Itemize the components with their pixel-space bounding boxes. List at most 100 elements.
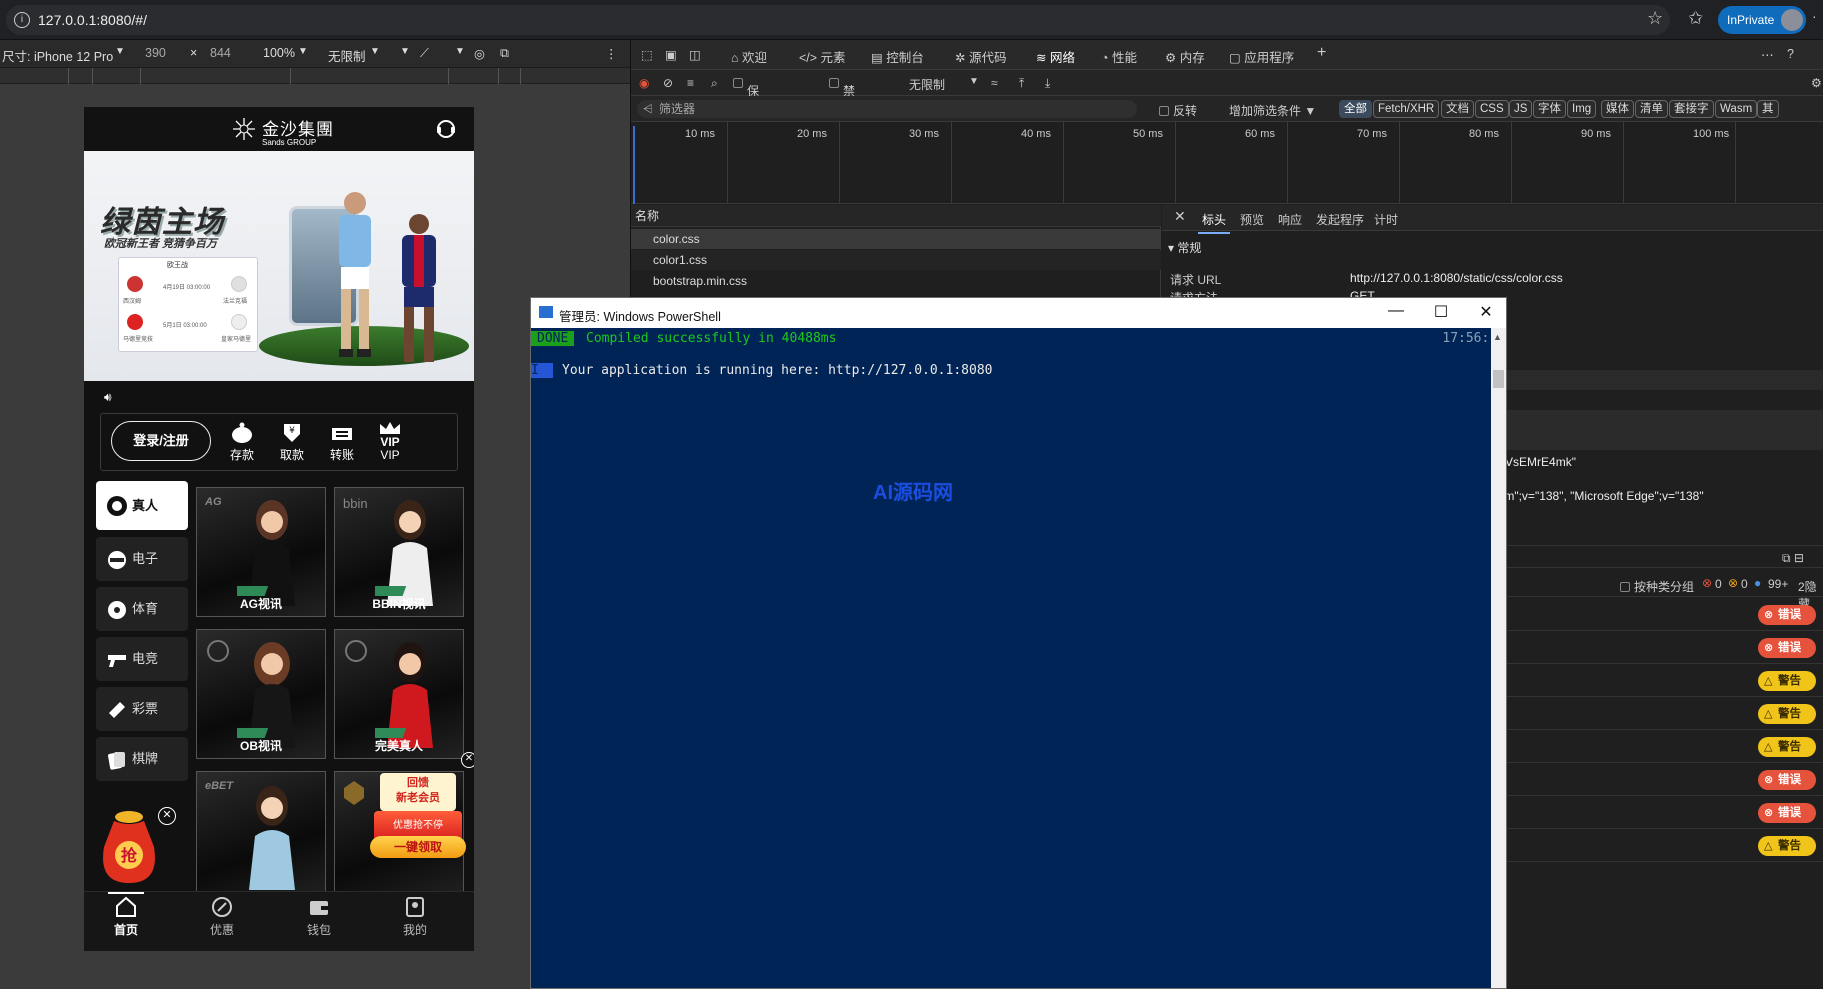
settings-icon[interactable]: ⚙ [1811, 76, 1822, 90]
category-lottery[interactable]: 彩票 [96, 687, 188, 731]
type-filter-doc[interactable]: 文档 [1441, 100, 1474, 118]
tab-mine[interactable]: 我的 [380, 896, 450, 938]
tab-headers[interactable]: 标头 [1197, 211, 1231, 234]
toggle-icon[interactable]: ⧉ ⊟ [1782, 551, 1804, 566]
tab-preview[interactable]: 预览 [1240, 211, 1264, 228]
warning-badge[interactable]: 警告 [1758, 671, 1816, 691]
tab-timing[interactable]: 计时 [1374, 211, 1398, 228]
vip-button[interactable]: VIP VIP [367, 418, 413, 462]
profile-avatar[interactable] [1781, 9, 1803, 31]
tab-home[interactable]: 首页 [91, 892, 161, 938]
search-icon[interactable]: ⌕ [711, 76, 718, 91]
type-filter-wasm[interactable]: Wasm [1715, 100, 1758, 118]
type-filter-other[interactable]: 其 [1757, 100, 1779, 118]
tab-console[interactable]: ▤ 控制台 [871, 47, 924, 66]
deposit-button[interactable]: 存款 [219, 418, 265, 463]
tab-offers[interactable]: 优惠 [187, 896, 257, 938]
general-section[interactable]: ▾ 常规 [1168, 239, 1201, 256]
error-badge[interactable]: 错误 [1758, 638, 1816, 658]
game-tile-perfect[interactable]: 完美真人 [334, 629, 464, 759]
invert-checkbox[interactable]: 反转 [1159, 102, 1197, 119]
type-filter-xhr[interactable]: Fetch/XHR [1373, 100, 1440, 118]
site-info-icon[interactable]: i [14, 12, 30, 28]
scroll-up-icon[interactable]: ▲ [1493, 332, 1502, 342]
category-esports[interactable]: 电竞 [96, 637, 188, 681]
game-tile-ag[interactable]: AG AG视讯 [196, 487, 326, 617]
type-filter-img[interactable]: Img [1567, 100, 1597, 118]
promo-banner[interactable]: 绿茵主场 欧冠新王者 竞猜争百万 欧王战 西汉姆 4月19日 03:00:00 … [84, 151, 474, 381]
red-envelope-icon[interactable]: 抢 [94, 807, 164, 885]
login-register-button[interactable]: 登录/注册 [111, 421, 211, 461]
record-icon[interactable]: ◉ [639, 76, 649, 90]
redbag-close-button[interactable]: ✕ [158, 807, 176, 825]
throttle-select[interactable]: 无限制 [909, 76, 945, 93]
inspect-icon[interactable]: ⬚ [641, 47, 653, 62]
device-select[interactable]: 尺寸: iPhone 12 Pro [2, 46, 113, 65]
more-icon[interactable]: ⋮ [605, 46, 618, 61]
more-icon[interactable]: · [1812, 8, 1817, 24]
type-filter-manifest[interactable]: 清单 [1635, 100, 1668, 118]
scroll-thumb[interactable] [1493, 370, 1504, 388]
error-badge[interactable]: 错误 [1758, 770, 1816, 790]
maximize-button[interactable]: ☐ [1421, 302, 1461, 322]
warning-badge[interactable]: 警告 [1758, 737, 1816, 757]
tab-elements[interactable]: </> 元素 [799, 47, 846, 66]
warning-badge[interactable]: 警告 [1758, 704, 1816, 724]
type-filter-css[interactable]: CSS [1475, 100, 1509, 118]
transfer-button[interactable]: 转账 [319, 418, 365, 463]
powershell-titlebar[interactable]: 管理员: Windows PowerShell — ☐ ✕ [531, 298, 1506, 328]
preserve-log-checkbox[interactable]: 保留日志 [733, 76, 759, 149]
tab-wallet[interactable]: 钱包 [284, 896, 354, 938]
minimize-button[interactable]: — [1376, 302, 1416, 320]
category-slots[interactable]: 电子 [96, 537, 188, 581]
game-tile-bbin[interactable]: bbin BBIN视讯 [334, 487, 464, 617]
close-button[interactable]: ✕ [1466, 302, 1506, 322]
tab-welcome[interactable]: ⌂ 欢迎 [731, 47, 767, 66]
download-icon[interactable]: ⤓ [1045, 76, 1050, 91]
type-filter-font[interactable]: 字体 [1533, 100, 1566, 118]
warning-badge[interactable]: 警告 [1758, 836, 1816, 856]
new-member-promo[interactable]: 回馈 新老会员 优惠抢不停 一键领取 [370, 769, 466, 859]
clear-icon[interactable]: ⊘ [663, 76, 673, 90]
tab-network[interactable]: ≋ 网络 [1032, 47, 1079, 74]
category-cards[interactable]: 棋牌 [96, 737, 188, 781]
vision-icon[interactable]: ◎ [474, 46, 485, 61]
favorite-star-icon[interactable]: ☆ [1647, 8, 1663, 29]
customer-service-icon[interactable] [436, 119, 456, 139]
promo-close-button[interactable]: ✕ [461, 752, 474, 768]
help-icon[interactable]: ? [1787, 47, 1794, 61]
error-badge[interactable]: 错误 [1758, 605, 1816, 625]
console-output[interactable]: DONE Compiled successfully in 40488ms 17… [531, 328, 1505, 988]
tab-initiator[interactable]: 发起程序 [1316, 211, 1364, 228]
url-box[interactable]: i 127.0.0.1:8080/#/ [6, 5, 1670, 35]
wifi-icon[interactable]: ≈ [991, 76, 998, 90]
network-timeline[interactable]: 10 ms 20 ms 30 ms 40 ms 50 ms 60 ms 70 ms 80 ms… [631, 122, 1823, 204]
type-filter-js[interactable]: JS [1509, 100, 1533, 118]
filter-input[interactable]: ⩤ 筛选器 [637, 100, 1137, 118]
tab-performance[interactable]: ◔ 性能 [1101, 47, 1137, 66]
upload-icon[interactable]: ⤒ [1019, 76, 1024, 91]
more-icon[interactable]: ⋯ [1761, 47, 1774, 62]
request-row[interactable]: color.css [631, 229, 1161, 249]
more-filters-select[interactable]: 增加筛选条件 ▼ [1229, 102, 1316, 119]
sensor-icon[interactable]: ⟋ [420, 46, 429, 61]
zoom-select[interactable]: 100% [263, 46, 295, 60]
game-tile-ebet[interactable]: eBET [196, 771, 326, 901]
device-toggle-icon[interactable]: ▣ [665, 47, 677, 62]
scrollbar[interactable]: ▲ [1491, 328, 1506, 988]
tab-application[interactable]: ▢ 应用程序 [1229, 47, 1294, 66]
tab-sources[interactable]: ✲ 源代码 [955, 47, 1006, 66]
error-badge[interactable]: 错误 [1758, 803, 1816, 823]
close-icon[interactable]: ✕ [1174, 208, 1186, 225]
device-height[interactable]: 844 [210, 46, 231, 60]
type-filter-media[interactable]: 媒体 [1601, 100, 1634, 118]
type-filter-socket[interactable]: 套接字 [1669, 100, 1714, 118]
disable-cache-checkbox[interactable]: 禁用缓存 [829, 76, 855, 149]
filter-icon[interactable]: ≡ [687, 76, 694, 90]
throttle-select[interactable]: 无限制 [328, 46, 366, 65]
category-live[interactable]: 真人 [96, 481, 188, 530]
inprivate-badge[interactable]: InPrivate [1718, 6, 1806, 34]
device-width[interactable]: 390 [145, 46, 166, 60]
dock-icon[interactable]: ◫ [689, 47, 701, 62]
category-sports[interactable]: 体育 [96, 587, 188, 631]
